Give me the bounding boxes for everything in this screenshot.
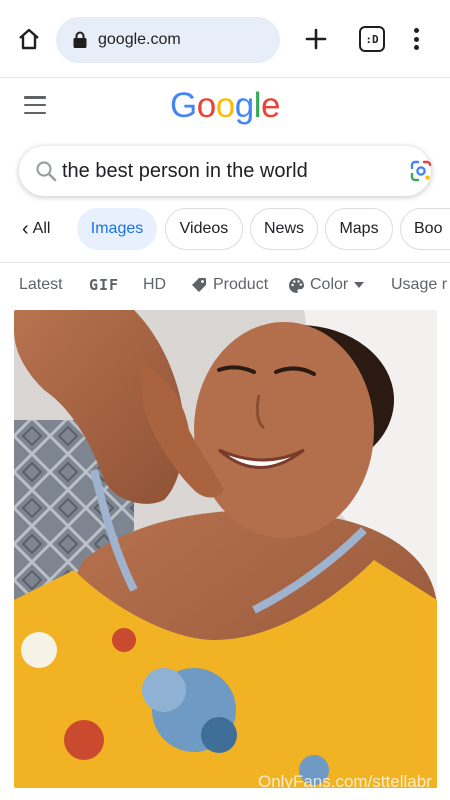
all-label: All — [32, 220, 51, 237]
search-icon — [36, 161, 57, 182]
logo-letter: g — [234, 86, 254, 125]
color-label: Color — [310, 276, 349, 293]
tool-latest[interactable]: Latest — [19, 276, 63, 294]
result-photo — [14, 310, 437, 788]
image-result[interactable] — [14, 310, 437, 788]
dot — [413, 45, 419, 50]
plus-icon — [305, 28, 327, 50]
product-label: Product — [213, 276, 269, 293]
chip-news[interactable]: News — [250, 208, 318, 250]
screen: google.com :D Google the best person in … — [0, 0, 450, 800]
home-icon — [19, 28, 39, 50]
dot — [413, 28, 419, 33]
search-tools-row: Latest GIF HD Product Color Usage r — [0, 270, 450, 302]
address-bar[interactable]: google.com — [56, 17, 280, 63]
home-button[interactable] — [14, 24, 44, 54]
url-text: google.com — [98, 31, 181, 48]
logo-letter: o — [215, 86, 235, 125]
logo-letter: l — [253, 86, 262, 125]
tool-hd[interactable]: HD — [143, 276, 166, 294]
chip-maps[interactable]: Maps — [325, 208, 393, 250]
search-input[interactable]: the best person in the world — [19, 146, 433, 196]
new-tab-button[interactable] — [302, 25, 330, 53]
tool-color[interactable]: Color — [288, 276, 365, 294]
chip-images[interactable]: Images — [77, 208, 157, 250]
tool-usage-rights[interactable]: Usage r — [391, 276, 447, 294]
chip-videos[interactable]: Videos — [165, 208, 243, 250]
google-lens-icon[interactable] — [409, 159, 433, 183]
chip-books[interactable]: Boo — [400, 208, 450, 250]
filter-chips: ‹ All Images Videos News Maps Boo — [0, 208, 450, 250]
tool-product[interactable]: Product — [191, 276, 268, 294]
google-logo[interactable]: Google — [0, 86, 450, 126]
chevron-left-icon: ‹ — [22, 218, 29, 240]
caret-down-icon — [354, 282, 365, 288]
tab-count: :D — [365, 32, 379, 46]
logo-letter: o — [196, 86, 216, 125]
image-watermark: OnlyFans.com/sttellabr — [258, 772, 432, 791]
logo-letter: G — [170, 86, 197, 125]
tool-gif[interactable]: GIF — [89, 276, 119, 294]
tab-switcher-button[interactable]: :D — [359, 26, 385, 52]
lock-icon — [73, 31, 87, 48]
back-to-all-button[interactable]: ‹ All — [22, 208, 50, 250]
palette-icon — [289, 277, 304, 293]
browser-toolbar: google.com :D — [0, 0, 450, 78]
search-query: the best person in the world — [62, 160, 308, 182]
dot — [413, 36, 419, 42]
tag-icon — [192, 278, 206, 292]
more-options-button[interactable] — [406, 24, 426, 54]
divider — [0, 262, 450, 263]
logo-letter: e — [260, 86, 280, 125]
